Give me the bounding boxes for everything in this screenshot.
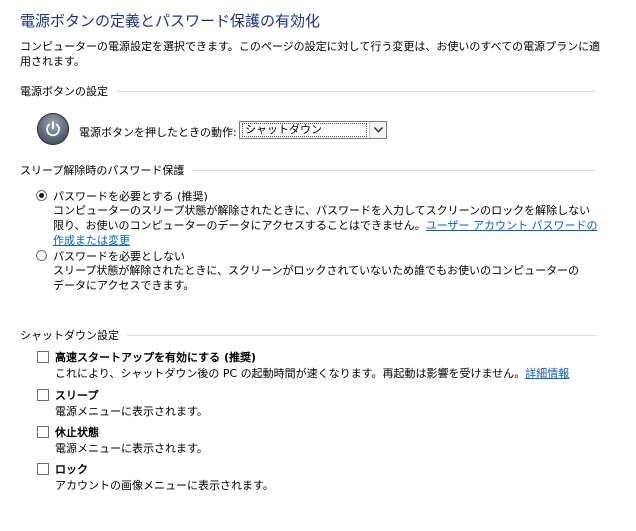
chevron-down-icon[interactable]: [369, 122, 386, 138]
power-icon: [37, 113, 69, 145]
option-require-password-label[interactable]: パスワードを必要とする (推奨): [53, 188, 208, 204]
power-button-action-value: シャットダウン: [242, 123, 367, 137]
section-shutdown: シャットダウン設定: [20, 327, 596, 343]
section-wake-password: スリープ解除時のパスワード保護: [20, 162, 596, 178]
checkbox-lock[interactable]: [37, 463, 49, 475]
option-sleep-desc: 電源メニューに表示されます。: [55, 405, 208, 418]
section-divider: [127, 334, 596, 336]
section-label: シャットダウン設定: [20, 329, 119, 342]
option-fast-startup-label[interactable]: 高速スタートアップを有効にする (推奨): [55, 349, 256, 365]
section-divider: [116, 90, 596, 92]
option-hibernate-desc: 電源メニューに表示されます。: [55, 442, 208, 455]
radio-no-password[interactable]: [36, 250, 47, 261]
radio-selected-dot: [39, 193, 44, 198]
section-divider: [192, 169, 596, 171]
page-title: 電源ボタンの定義とパスワード保護の有効化: [20, 12, 321, 30]
radio-require-password[interactable]: [36, 190, 47, 201]
option-hibernate-label[interactable]: 休止状態: [55, 424, 99, 440]
page-description: コンピューターの電源設定を選択できます。このページの設定に対して行う変更は、お使…: [20, 40, 601, 68]
desc-text: これにより、シャットダウン後の PC の起動時間が速くなります。再起動は影響を受…: [55, 367, 526, 380]
checkbox-hibernate[interactable]: [37, 426, 49, 438]
power-button-action-select[interactable]: シャットダウン: [239, 121, 387, 139]
option-fast-startup-desc: これにより、シャットダウン後の PC の起動時間が速くなります。再起動は影響を受…: [55, 366, 615, 381]
checkbox-sleep[interactable]: [37, 389, 49, 401]
section-power-button: 電源ボタンの設定: [20, 83, 596, 99]
option-no-password-desc: スリープ状態が解除されたときに、スクリーンがロックされていないため誰でもお使いの…: [53, 264, 580, 292]
option-lock-desc: アカウントの画像メニューに表示されます。: [55, 479, 274, 492]
checkbox-fast-startup[interactable]: [37, 351, 49, 363]
option-lock-label[interactable]: ロック: [55, 461, 88, 477]
link-more-info[interactable]: 詳細情報: [525, 367, 569, 380]
option-require-password-desc: コンピューターのスリープ状態が解除されたときに、パスワードを入力してスクリーンの…: [53, 203, 598, 248]
option-sleep-label[interactable]: スリープ: [55, 387, 98, 403]
section-label: 電源ボタンの設定: [20, 85, 108, 98]
power-button-action-label: 電源ボタンを押したときの動作:: [79, 126, 237, 139]
section-label: スリープ解除時のパスワード保護: [20, 164, 185, 177]
option-no-password-label[interactable]: パスワードを必要としない: [53, 248, 185, 264]
